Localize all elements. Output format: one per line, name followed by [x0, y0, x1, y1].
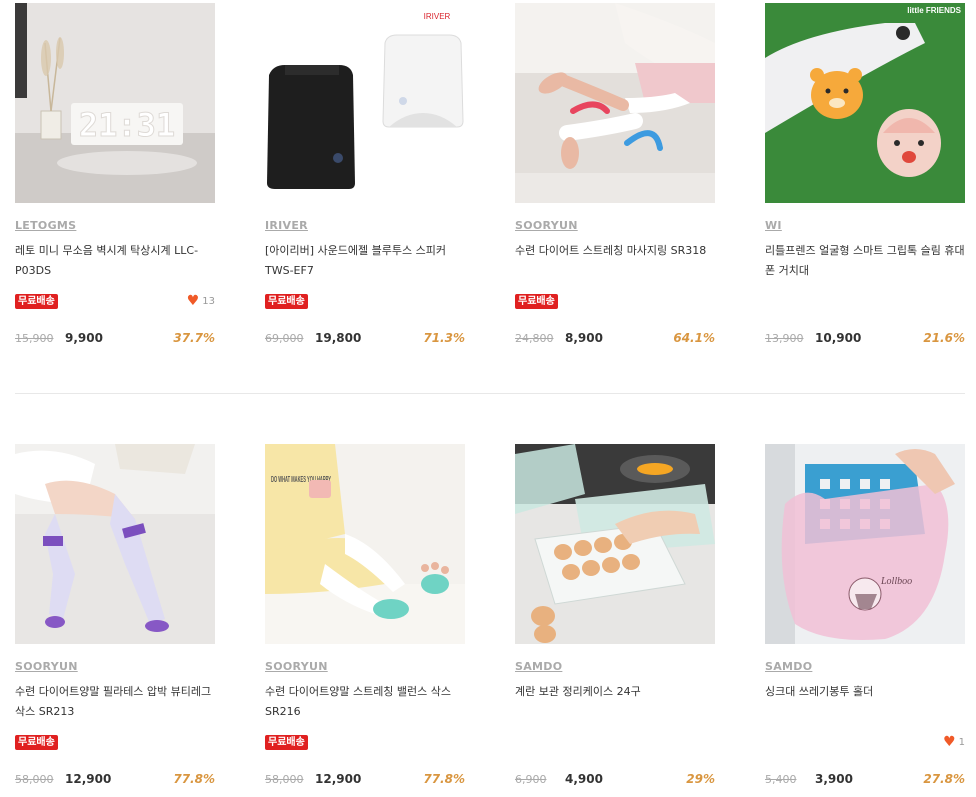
price-row: 69,000 19,800 71.3% [265, 331, 465, 347]
price-row: 5,400 3,900 27.8% [765, 772, 965, 788]
sale-price: 9,900 [65, 331, 103, 345]
original-price: 6,900 [515, 773, 547, 786]
free-shipping-badge: 무료배송 [15, 294, 58, 309]
original-price: 58,000 [265, 773, 304, 786]
discount-rate: 77.8% [173, 772, 215, 786]
brand-name[interactable]: SAMDO [515, 660, 562, 673]
sale-price: 12,900 [65, 772, 112, 786]
likes-count[interactable]: ♥ 13 [187, 294, 215, 308]
product-image-egg-case[interactable] [515, 444, 715, 644]
discount-rate: 21.6% [923, 331, 965, 345]
discount-rate: 64.1% [673, 331, 715, 345]
heart-icon[interactable]: ♥ [187, 294, 200, 308]
original-price: 5,400 [765, 773, 797, 786]
sale-price: 10,900 [815, 331, 862, 345]
brand-name[interactable]: SOORYUN [265, 660, 328, 673]
discount-rate: 29% [686, 772, 715, 786]
original-price: 69,000 [265, 332, 304, 345]
likes-count[interactable]: ♥ 1 [943, 735, 965, 749]
sale-price: 19,800 [315, 331, 362, 345]
brand-name[interactable]: SOORYUN [515, 219, 578, 232]
product-image-clock[interactable]: 21:31 [15, 3, 215, 203]
original-price: 13,900 [765, 332, 804, 345]
free-shipping-badge: 무료배송 [265, 294, 308, 309]
sale-price: 12,900 [315, 772, 362, 786]
product-card[interactable]: IRIVER IRIVER [아이리버] 사운드에젤 블루투스 스피커 TWS-… [265, 3, 465, 345]
product-image-grip-tok[interactable]: little FRIENDS [765, 3, 965, 203]
product-name[interactable]: 계란 보관 정리케이스 24구 [515, 682, 720, 702]
sale-price: 3,900 [815, 772, 853, 786]
price-row: 58,000 12,900 77.8% [15, 772, 215, 788]
product-image-compression-socks[interactable] [15, 444, 215, 644]
free-shipping-badge: 무료배송 [515, 294, 558, 309]
original-price: 15,900 [15, 332, 54, 345]
brand-name[interactable]: WI [765, 219, 782, 232]
price-row: 58,000 12,900 77.8% [265, 772, 465, 788]
iriver-logo: IRIVER [424, 12, 451, 21]
product-image-balance-socks[interactable]: DO WHAT MAKES YOU HAPPY [265, 444, 465, 644]
brand-name[interactable]: IRIVER [265, 219, 308, 232]
discount-rate: 71.3% [423, 331, 465, 345]
product-card[interactable]: SOORYUN 수련 다이어트 스트레칭 마사지링 SR318 무료배송 24,… [515, 3, 715, 345]
product-name[interactable]: 싱크대 쓰레기봉투 홀더 [765, 682, 970, 702]
product-card[interactable]: little FRIENDS WI 리틀프렌즈 얼굴형 스마트 그립톡 슬림 휴… [765, 3, 965, 345]
product-card[interactable]: SAMDO 계란 보관 정리케이스 24구 6,900 4,900 29% [515, 444, 715, 786]
little-friends-logo: little FRIENDS [907, 6, 961, 15]
product-name[interactable]: 수련 다이어트양말 필라테스 압박 뷰티레그 삭스 SR213 [15, 682, 220, 722]
heart-icon[interactable]: ♥ [943, 735, 956, 749]
product-card[interactable]: SOORYUN 수련 다이어트양말 필라테스 압박 뷰티레그 삭스 SR213 … [15, 444, 215, 786]
brand-name[interactable]: SOORYUN [15, 660, 78, 673]
product-name[interactable]: 수련 다이어트양말 스트레칭 밸런스 삭스 SR216 [265, 682, 470, 722]
original-price: 58,000 [15, 773, 54, 786]
free-shipping-badge: 무료배송 [15, 735, 58, 750]
discount-rate: 27.8% [923, 772, 965, 786]
product-card[interactable]: DO WHAT MAKES YOU HAPPY SOORYUN 수련 다이어트양… [265, 444, 465, 786]
product-name[interactable]: 수련 다이어트 스트레칭 마사지링 SR318 [515, 241, 720, 261]
product-card[interactable]: Lollboo SAMDO 싱크대 쓰레기봉투 홀더 ♥ 1 5,400 3,90… [765, 444, 965, 786]
product-image-speaker[interactable]: IRIVER [265, 3, 465, 203]
product-image-trash-bag-holder[interactable]: Lollboo [765, 444, 965, 644]
clock-digits: 21:31 [79, 106, 175, 144]
price-row: 6,900 4,900 29% [515, 772, 715, 788]
original-price: 24,800 [515, 332, 554, 345]
product-name[interactable]: 레토 미니 무소음 벽시계 탁상시계 LLC-P03DS [15, 241, 220, 281]
product-card[interactable]: 21:31 LETOGMS 레토 미니 무소음 벽시계 탁상시계 LLC-P03… [15, 3, 215, 345]
product-name[interactable]: 리틀프렌즈 얼굴형 스마트 그립톡 슬림 휴대폰 거치대 [765, 241, 970, 281]
brand-name[interactable]: SAMDO [765, 660, 812, 673]
product-image-stretch-ring[interactable] [515, 3, 715, 203]
free-shipping-badge: 무료배송 [265, 735, 308, 750]
bag-text: Lollboo [880, 576, 912, 587]
discount-rate: 77.8% [423, 772, 465, 786]
price-row: 13,900 10,900 21.6% [765, 331, 965, 347]
sale-price: 4,900 [565, 772, 603, 786]
price-row: 24,800 8,900 64.1% [515, 331, 715, 347]
discount-rate: 37.7% [173, 331, 215, 345]
product-grid: 21:31 LETOGMS 레토 미니 무소음 벽시계 탁상시계 LLC-P03… [0, 0, 976, 797]
row-divider [15, 393, 965, 394]
product-name[interactable]: [아이리버] 사운드에젤 블루투스 스피커 TWS-EF7 [265, 241, 470, 281]
brand-name[interactable]: LETOGMS [15, 219, 76, 232]
sale-price: 8,900 [565, 331, 603, 345]
price-row: 15,900 9,900 37.7% [15, 331, 215, 347]
